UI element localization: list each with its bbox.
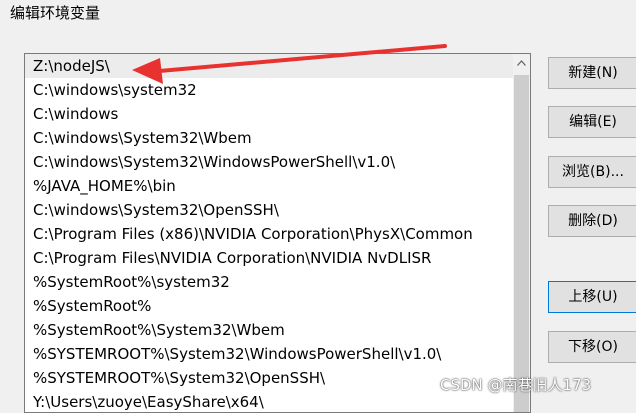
delete-button[interactable]: 删除(D) [548,205,636,237]
chevron-up-icon [517,60,526,66]
list-item[interactable]: C:\Program Files\NVIDIA Corporation\NVID… [25,246,513,270]
edit-button[interactable]: 编辑(E) [548,106,636,138]
move-up-button[interactable]: 上移(U) [548,281,636,313]
list-item[interactable]: %SystemRoot% [25,294,513,318]
path-list[interactable]: Z:\nodeJS\ C:\windows\system32 C:\window… [24,53,531,413]
browse-button[interactable]: 浏览(B)... [548,156,636,188]
list-item[interactable]: %SystemRoot%\system32 [25,270,513,294]
vertical-scrollbar[interactable] [513,54,530,412]
new-button[interactable]: 新建(N) [548,57,636,89]
list-item[interactable]: C:\Program Files (x86)\NVIDIA Corporatio… [25,222,513,246]
list-item[interactable]: %SYSTEMROOT%\System32\WindowsPowerShell\… [25,342,513,366]
list-item[interactable]: C:\windows\System32\Wbem [25,126,513,150]
list-item[interactable]: C:\windows [25,102,513,126]
list-item[interactable]: %JAVA_HOME%\bin [25,174,513,198]
move-down-button[interactable]: 下移(O) [548,331,636,363]
list-item[interactable]: C:\windows\system32 [25,78,513,102]
watermark: CSDN @南巷旧人173 [440,376,592,394]
list-item[interactable]: C:\windows\System32\OpenSSH\ [25,198,513,222]
window-title: 编辑环境变量 [10,4,101,22]
list-item[interactable]: C:\windows\System32\WindowsPowerShell\v1… [25,150,513,174]
list-item[interactable]: %SystemRoot%\System32\Wbem [25,318,513,342]
list-item[interactable]: Z:\nodeJS\ [25,54,513,78]
scroll-thumb[interactable] [514,75,529,412]
scroll-up-button[interactable] [513,54,530,74]
